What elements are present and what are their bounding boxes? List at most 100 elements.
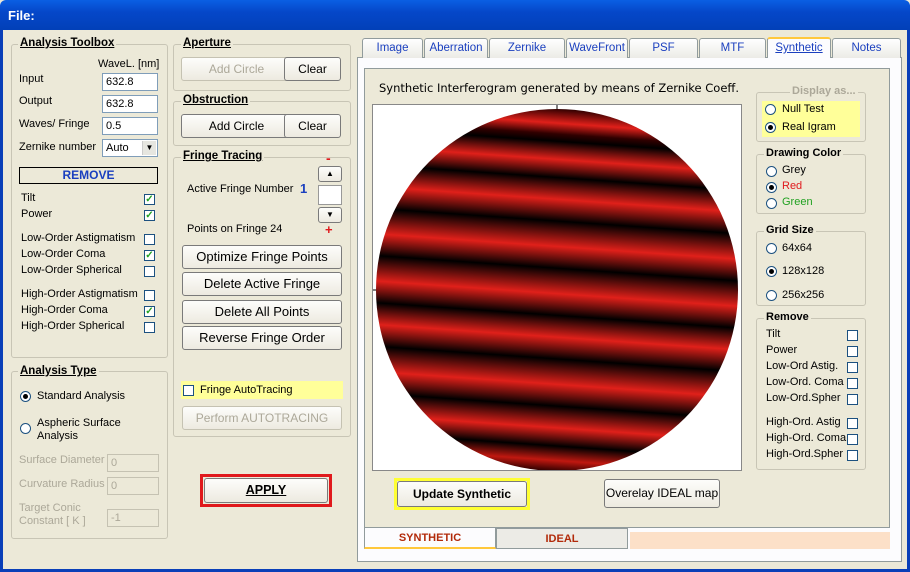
fringe-plus-indicator: + — [325, 222, 333, 237]
remove-right-item-label: Tilt — [766, 328, 781, 340]
remove-right-item-label: Low-Ord Astig. — [766, 360, 839, 372]
bottom-tab-synthetic[interactable]: SYNTHETIC — [364, 528, 496, 549]
aspheric-analysis-radio[interactable] — [20, 423, 31, 434]
grid-size-title: Grid Size — [764, 224, 816, 236]
remove-item-checkbox[interactable] — [144, 266, 155, 277]
remove-right-item-label: High-Ord.Spher — [766, 448, 844, 460]
remove-right-item-label: Low-Ord. Coma — [766, 376, 844, 388]
chevron-down-icon[interactable]: ▼ — [142, 141, 156, 155]
surface-diameter-label: Surface Diameter — [19, 454, 105, 466]
remove-header: REMOVE — [19, 167, 158, 184]
color-grey-label: Grey — [782, 164, 806, 176]
interferogram-canvas[interactable] — [372, 104, 742, 471]
tab-psf[interactable]: PSF — [629, 38, 698, 58]
curvature-radius-field[interactable]: 0 — [107, 477, 159, 495]
aperture-clear-button[interactable]: Clear — [284, 57, 341, 81]
remove-item-label: High-Order Spherical — [21, 320, 125, 332]
grid-256-label: 256x256 — [782, 289, 825, 301]
remove-right-title: Remove — [764, 311, 811, 323]
color-red-label: Red — [782, 180, 803, 192]
delete-all-points-button[interactable]: Delete All Points — [182, 300, 342, 324]
zernike-number-label: Zernike number — [19, 141, 97, 153]
fringe-tracing-title: Fringe Tracing — [181, 150, 265, 162]
remove-right-item-checkbox[interactable] — [847, 378, 858, 389]
reverse-fringe-order-button[interactable]: Reverse Fringe Order — [182, 326, 342, 350]
tab-wavefront[interactable]: WaveFront — [566, 38, 628, 58]
overlay-ideal-map-button[interactable]: Overelay IDEAL map — [604, 479, 720, 508]
perform-autotracing-button[interactable]: Perform AUTOTRACING — [182, 406, 342, 430]
obstruction-add-circle-button[interactable]: Add Circle — [181, 114, 292, 138]
color-red-radio[interactable] — [766, 182, 777, 193]
color-green-radio[interactable] — [766, 198, 777, 209]
grid-256-radio[interactable] — [766, 290, 777, 301]
remove-item-checkbox[interactable]: ✓ — [144, 306, 155, 317]
interferogram-image — [373, 105, 738, 471]
aperture-add-circle-button[interactable]: Add Circle — [181, 57, 292, 81]
apply-button[interactable]: APPLY — [204, 478, 328, 503]
remove-right-item-label: High-Ord. Astig — [766, 416, 841, 428]
tab-zernike[interactable]: Zernike — [489, 38, 565, 58]
tab-aberration[interactable]: Aberration — [424, 38, 488, 58]
curvature-radius-label: Curvature Radius — [19, 478, 105, 490]
grid-64-label: 64x64 — [782, 242, 812, 254]
remove-item-checkbox[interactable] — [144, 290, 155, 301]
fringe-autotracing-checkbox[interactable] — [183, 385, 194, 396]
output-wavelength-field[interactable]: 632.8 — [102, 95, 158, 113]
remove-right-item-label: High-Ord. Coma — [766, 432, 847, 444]
fringe-minus-indicator: - — [326, 150, 331, 166]
remove-item-label: High-Order Astigmatism — [21, 288, 138, 300]
remove-right-item-checkbox[interactable] — [847, 330, 858, 341]
aspheric-analysis-label: Aspheric Surface Analysis — [37, 417, 121, 442]
target-conic-field[interactable]: -1 — [107, 509, 159, 527]
fringe-autotracing-label: Fringe AutoTracing — [200, 384, 293, 396]
remove-item-label: Power — [21, 208, 53, 220]
fringe-spinner-track[interactable] — [318, 185, 342, 205]
remove-right-item-checkbox[interactable] — [847, 362, 858, 373]
tab-notes[interactable]: Notes — [832, 38, 901, 58]
remove-item-checkbox[interactable]: ✓ — [144, 210, 155, 221]
waves-fringe-field[interactable]: 0.5 — [102, 117, 158, 135]
real-igram-label: Real Igram — [782, 121, 836, 133]
fringe-down-button[interactable]: ▼ — [318, 207, 342, 223]
zernike-number-value: Auto — [106, 142, 129, 154]
tab-image[interactable]: Image — [362, 38, 423, 58]
update-synthetic-button[interactable]: Update Synthetic — [397, 481, 527, 507]
drawing-color-title: Drawing Color — [764, 147, 844, 159]
obstruction-clear-button[interactable]: Clear — [284, 114, 341, 138]
remove-right-item-checkbox[interactable] — [847, 346, 858, 357]
remove-right-item-checkbox[interactable] — [847, 434, 858, 445]
standard-analysis-radio[interactable] — [20, 391, 31, 402]
fringe-up-button[interactable]: ▲ — [318, 166, 342, 182]
remove-right-item-checkbox[interactable] — [847, 450, 858, 461]
remove-right-item-checkbox[interactable] — [847, 394, 858, 405]
remove-item-label: Low-Order Coma — [21, 248, 106, 260]
remove-item-checkbox[interactable]: ✓ — [144, 250, 155, 261]
surface-diameter-field[interactable]: 0 — [107, 454, 159, 472]
target-conic-label: Target Conic Constant [ K ] — [19, 502, 86, 527]
remove-item-checkbox[interactable]: ✓ — [144, 194, 155, 205]
window-title: File: — [8, 8, 35, 23]
active-fringe-value: 1 — [300, 181, 308, 196]
remove-item-label: Low-Order Spherical — [21, 264, 122, 276]
grid-128-label: 128x128 — [782, 265, 825, 277]
grid-64-radio[interactable] — [766, 243, 777, 254]
grid-128-radio[interactable] — [766, 266, 777, 277]
input-wavelength-field[interactable]: 632.8 — [102, 73, 158, 91]
null-test-label: Null Test — [782, 103, 824, 115]
remove-right-item-checkbox[interactable] — [847, 418, 858, 429]
remove-item-checkbox[interactable] — [144, 234, 155, 245]
real-igram-radio[interactable] — [765, 122, 776, 133]
remove-item-label: Tilt — [21, 192, 36, 204]
standard-analysis-label: Standard Analysis — [37, 390, 126, 402]
color-grey-radio[interactable] — [766, 166, 777, 177]
bottom-tab-ideal[interactable]: IDEAL — [496, 528, 628, 549]
optimize-fringe-points-button[interactable]: Optimize Fringe Points — [182, 245, 342, 269]
remove-item-checkbox[interactable] — [144, 322, 155, 333]
tab-synthetic[interactable]: Synthetic — [767, 37, 831, 58]
wavel-header: WaveL. [nm] — [98, 58, 160, 70]
delete-active-fringe-button[interactable]: Delete Active Fringe — [182, 272, 342, 296]
zernike-number-select[interactable]: Auto ▼ — [102, 139, 158, 157]
tab-mtf[interactable]: MTF — [699, 38, 766, 58]
null-test-radio[interactable] — [765, 104, 776, 115]
window-titlebar: File: — [0, 0, 910, 30]
